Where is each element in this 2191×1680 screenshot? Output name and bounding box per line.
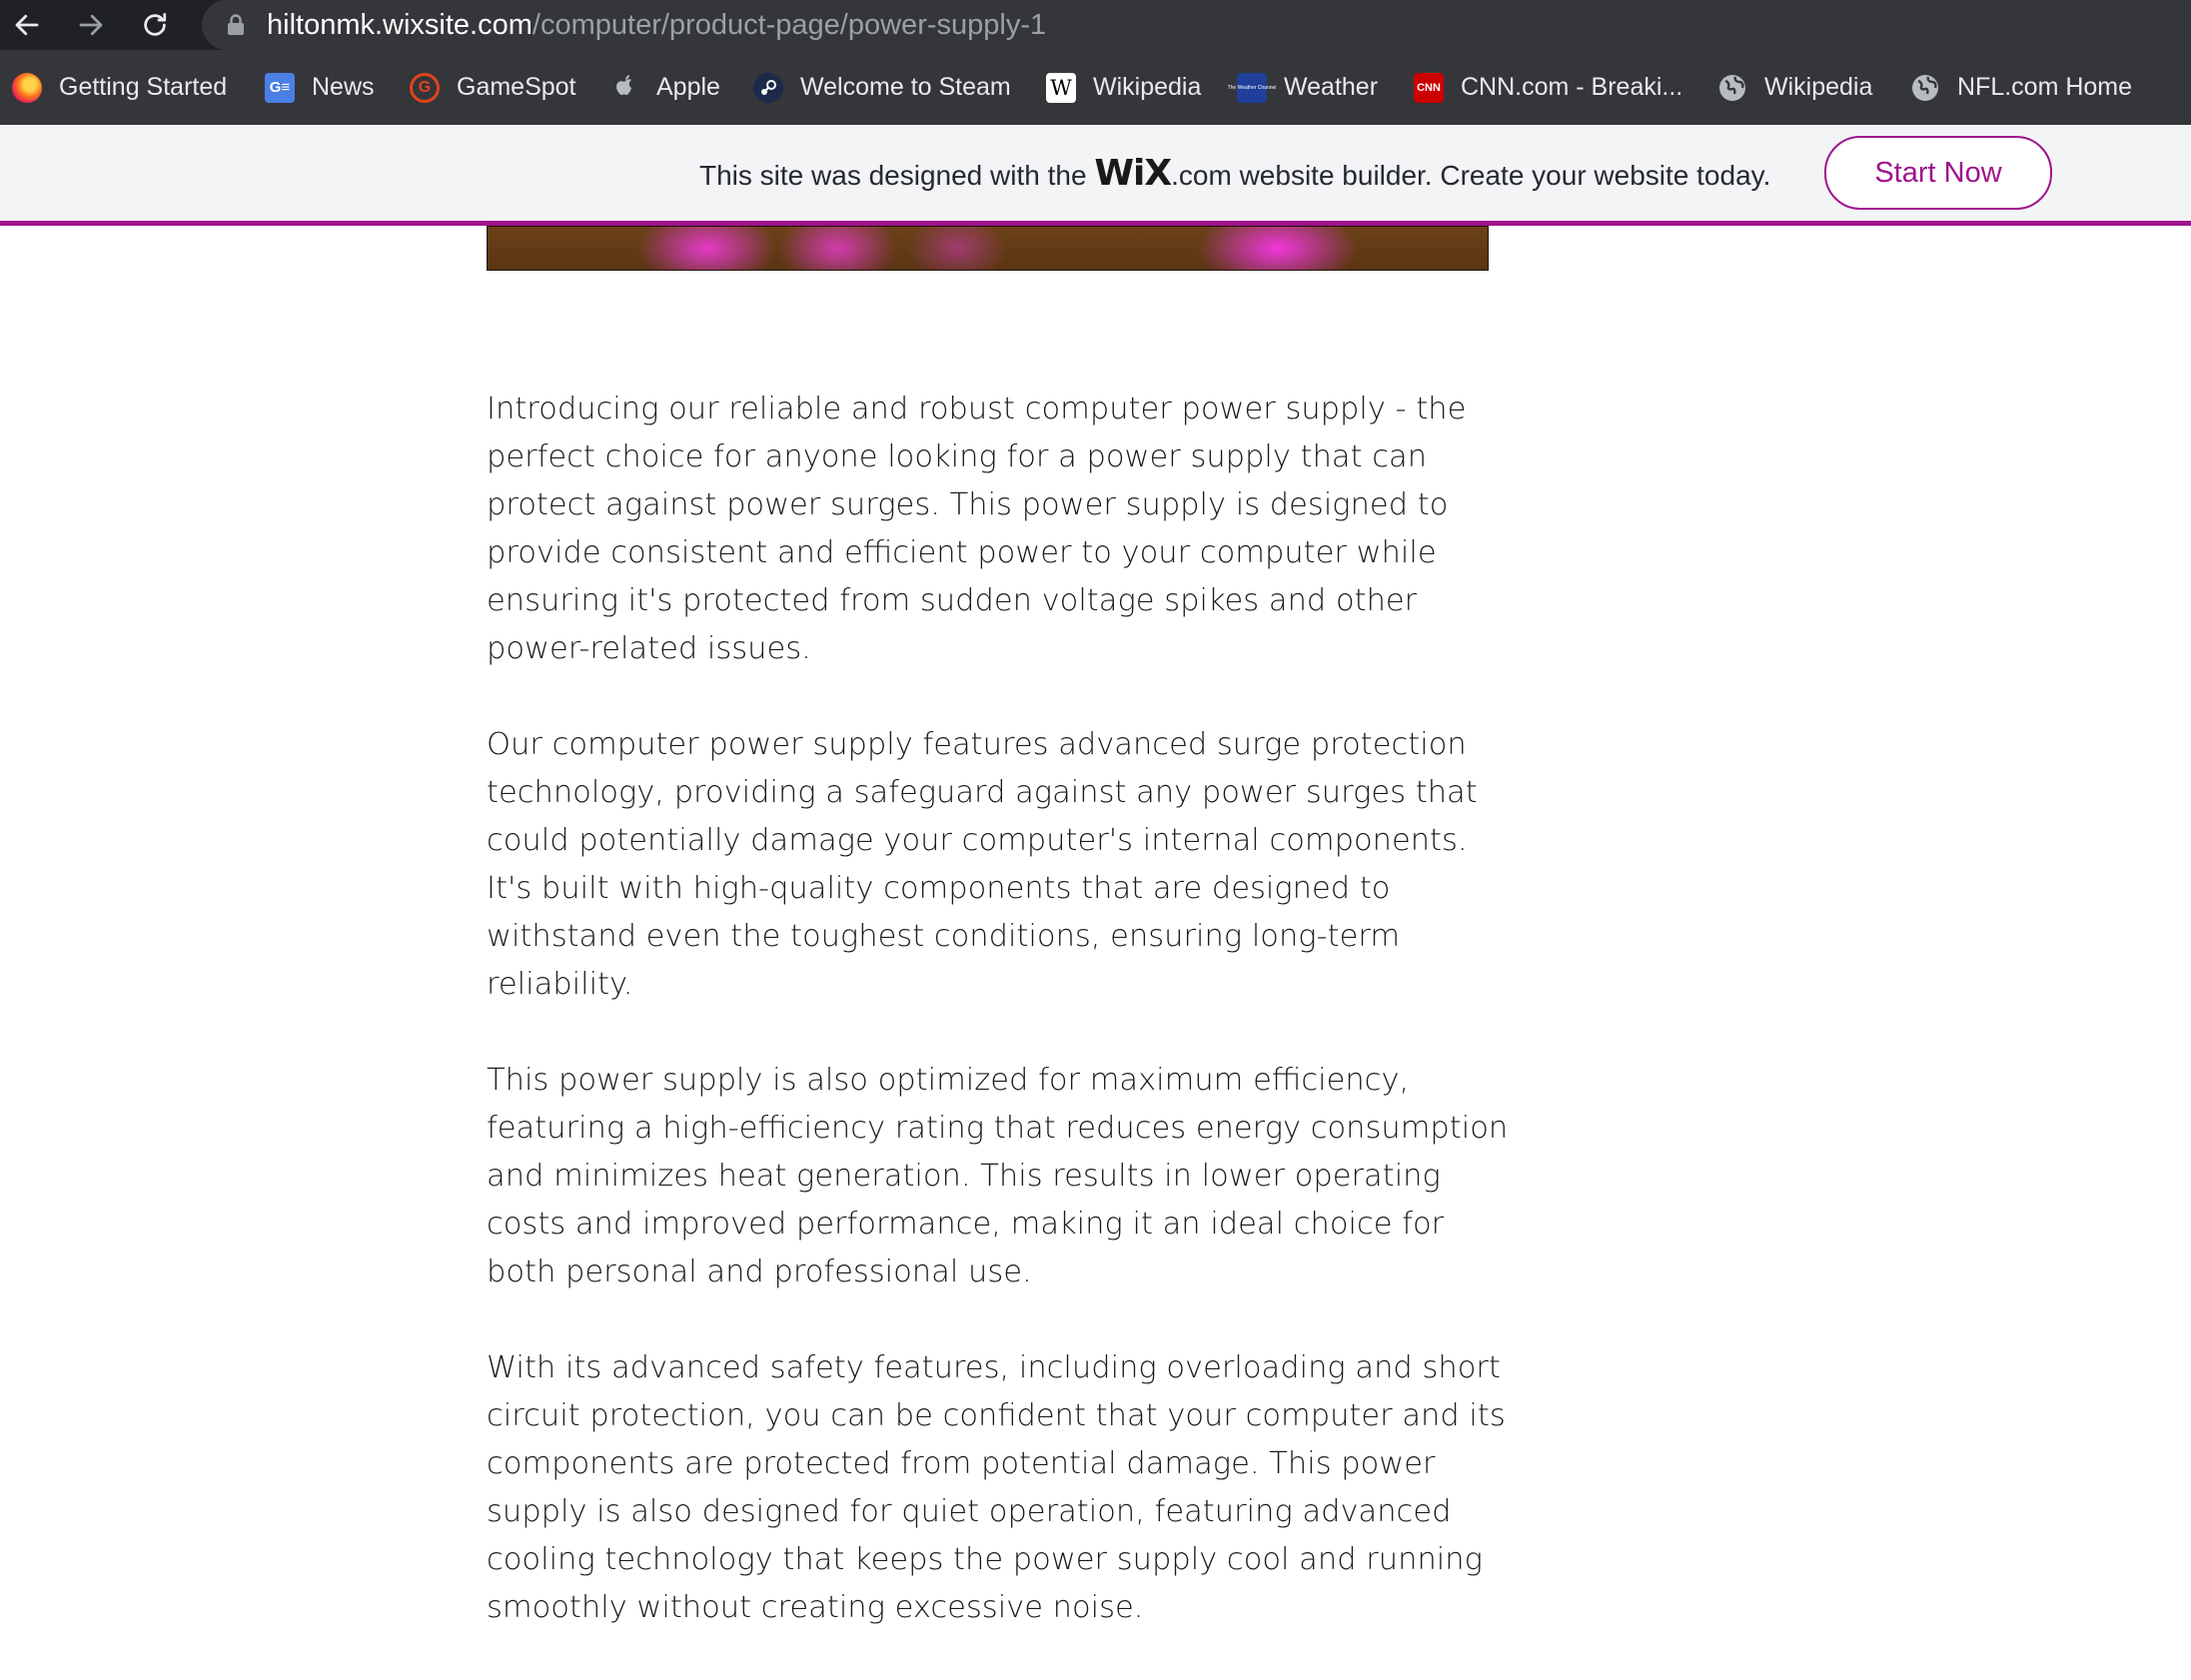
cnn-icon: CNN [1414, 72, 1444, 103]
bookmark-label: Apple [656, 73, 720, 101]
wix-logo[interactable]: WiX [1094, 153, 1172, 194]
bookmark-steam[interactable]: Welcome to Steam [753, 50, 1011, 125]
url-host: hiltonmk.wixsite.com [267, 9, 533, 41]
bookmark-gamespot[interactable]: G GameSpot [410, 50, 576, 125]
bookmark-weather[interactable]: The Weather Channel Weather [1228, 50, 1379, 125]
bookmark-label: Weather [1284, 73, 1379, 101]
wix-text-after: .com website builder. Create your websit… [1171, 160, 1771, 191]
bookmark-news[interactable]: G≡ News [265, 50, 375, 125]
lock-icon [228, 14, 244, 35]
wix-text-before: This site was designed with the [699, 160, 1095, 191]
gamespot-icon: G [410, 72, 440, 103]
bookmark-label: CNN.com - Breaki... [1461, 73, 1683, 101]
url-path: /computer/product-page/power-supply-1 [532, 9, 1047, 41]
globe-icon [1910, 73, 1940, 103]
bookmark-label: Getting Started [59, 73, 228, 101]
bookmark-wikipedia[interactable]: W Wikipedia [1046, 50, 1201, 125]
firefox-icon [12, 72, 42, 103]
description-paragraph: This power supply is also optimized for … [487, 1063, 1509, 1289]
start-now-button[interactable]: Start Now [1824, 136, 2052, 210]
bookmark-cnn[interactable]: CNN CNN.com - Breaki... [1414, 50, 1682, 125]
bookmark-nfl[interactable]: NFL.com Home [1910, 50, 2132, 125]
bookmark-label: News [312, 73, 375, 101]
product-image[interactable] [487, 226, 1489, 271]
bookmark-label: GameSpot [457, 73, 576, 101]
bookmark-label: Welcome to Steam [800, 73, 1011, 101]
bookmark-apple[interactable]: Apple [609, 50, 720, 125]
forward-button[interactable] [66, 0, 116, 50]
forward-arrow-icon [79, 14, 103, 36]
description-paragraph: Our computer power supply features advan… [487, 727, 1478, 1002]
browser-toolbar: hiltonmk.wixsite.com/computer/product-pa… [0, 0, 2191, 50]
bookmark-getting-started[interactable]: Getting Started [12, 50, 227, 125]
globe-icon [1717, 73, 1747, 103]
apple-icon [609, 73, 639, 103]
bookmark-label: Wikipedia [1093, 73, 1202, 101]
google-news-icon: G≡ [265, 72, 295, 103]
wix-promo-banner: This site was designed with the WiX.com … [0, 125, 2191, 226]
description-paragraph: With its advanced safety features, inclu… [487, 1350, 1506, 1625]
wix-promo-text: This site was designed with the WiX.com … [699, 125, 1770, 221]
bookmark-label: NFL.com Home [1957, 73, 2133, 101]
weather-channel-icon: The Weather Channel [1228, 72, 1276, 103]
back-button[interactable] [2, 0, 52, 50]
address-bar[interactable]: hiltonmk.wixsite.com/computer/product-pa… [202, 0, 2191, 50]
bookmark-label: Wikipedia [1764, 73, 1873, 101]
reload-icon [144, 13, 167, 36]
steam-icon [753, 72, 783, 103]
bookmark-wikipedia-2[interactable]: Wikipedia [1717, 50, 1872, 125]
reload-button[interactable] [130, 0, 180, 50]
back-arrow-icon [15, 14, 39, 36]
url-text[interactable]: hiltonmk.wixsite.com/computer/product-pa… [267, 0, 1046, 50]
bookmarks-bar: Getting Started G≡ News G GameSpot Apple… [0, 50, 2191, 125]
product-description: Introducing our reliable and robust comp… [487, 386, 1516, 1680]
wikipedia-icon: W [1046, 72, 1076, 103]
description-paragraph: Introducing our reliable and robust comp… [487, 392, 1467, 666]
